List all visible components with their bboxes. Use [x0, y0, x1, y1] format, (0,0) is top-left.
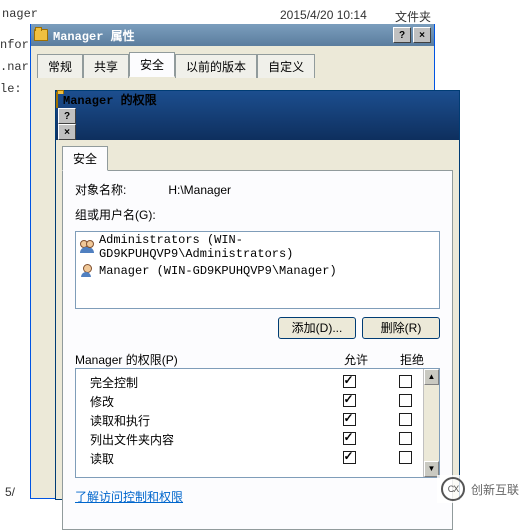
permissions-list: 完全控制修改读取和执行列出文件夹内容读取 ▲ ▼: [75, 368, 440, 478]
permission-label: 读取和执行: [82, 412, 321, 429]
user-name: Administrators (WIN-GD9KPUHQVP9\Administ…: [99, 233, 436, 261]
list-item[interactable]: Administrators (WIN-GD9KPUHQVP9\Administ…: [76, 232, 439, 262]
properties-tabs: 常规 共享 安全 以前的版本 自定义: [31, 46, 434, 76]
permissions-title: Manager 的权限: [63, 94, 157, 108]
deny-checkbox[interactable]: [399, 394, 412, 407]
scrollbar[interactable]: ▲ ▼: [423, 369, 439, 477]
tab-general[interactable]: 常规: [37, 54, 83, 78]
bg-text: le:: [0, 82, 22, 96]
permissions-header: Manager 的权限(P) 允许 拒绝: [75, 351, 440, 368]
list-item[interactable]: Manager (WIN-GD9KPUHQVP9\Manager): [76, 262, 439, 280]
permission-label: 修改: [82, 393, 321, 410]
allow-checkbox[interactable]: [343, 451, 356, 464]
properties-titlebar[interactable]: Manager 属性 ? ×: [31, 24, 434, 46]
user-name: Manager (WIN-GD9KPUHQVP9\Manager): [99, 264, 337, 278]
permission-label: 读取: [82, 450, 321, 467]
permission-row: 读取和执行: [82, 411, 433, 430]
tab-security[interactable]: 安全: [62, 146, 108, 171]
tab-security[interactable]: 安全: [129, 52, 175, 77]
help-button[interactable]: ?: [58, 108, 76, 124]
deny-checkbox[interactable]: [399, 451, 412, 464]
close-button[interactable]: ×: [58, 124, 76, 140]
watermark: CX 创新互联: [437, 475, 523, 503]
watermark-logo-icon: CX: [441, 477, 465, 501]
allow-column-header: 允许: [328, 351, 384, 368]
allow-checkbox[interactable]: [343, 413, 356, 426]
watermark-text: 创新互联: [471, 481, 519, 498]
allow-checkbox[interactable]: [343, 432, 356, 445]
deny-checkbox[interactable]: [399, 432, 412, 445]
users-group-icon: [79, 239, 95, 255]
user-buttons: 添加(D)... 删除(R): [75, 317, 440, 339]
bg-timestamp: 2015/4/20 10:14: [280, 8, 367, 22]
permission-row: 修改: [82, 392, 433, 411]
deny-column-header: 拒绝: [384, 351, 440, 368]
allow-checkbox[interactable]: [343, 394, 356, 407]
permission-row: 列出文件夹内容: [82, 430, 433, 449]
permission-row: 读取: [82, 449, 433, 468]
page-indicator: 5/: [5, 485, 15, 499]
bg-text: nager: [2, 7, 38, 21]
bg-text: .nar: [0, 60, 29, 74]
learn-more-link[interactable]: 了解访问控制和权限: [75, 488, 183, 505]
permission-label: 完全控制: [82, 374, 321, 391]
bg-text: nfor: [0, 38, 29, 52]
remove-button[interactable]: 删除(R): [362, 317, 440, 339]
permissions-tabs: 安全: [56, 140, 459, 170]
permissions-tab-body: 对象名称: H:\Manager 组或用户名(G): Administrator…: [62, 170, 453, 530]
folder-icon: [56, 92, 58, 108]
permissions-titlebar[interactable]: Manager 的权限 ? ×: [56, 91, 459, 140]
deny-checkbox[interactable]: [399, 413, 412, 426]
group-users-label: 组或用户名(G):: [75, 206, 440, 223]
object-name-row: 对象名称: H:\Manager: [75, 181, 440, 198]
permissions-title-label: Manager 的权限(P): [75, 351, 328, 368]
help-button[interactable]: ?: [393, 27, 411, 43]
permission-row: 完全控制: [82, 373, 433, 392]
properties-title: Manager 属性: [53, 27, 391, 44]
scroll-up-icon[interactable]: ▲: [424, 369, 439, 385]
add-button[interactable]: 添加(D)...: [278, 317, 356, 339]
permissions-dialog: Manager 的权限 ? × 安全 对象名称: H:\Manager 组或用户…: [55, 90, 460, 500]
user-icon: [79, 263, 95, 279]
close-button[interactable]: ×: [413, 27, 431, 43]
deny-checkbox[interactable]: [399, 375, 412, 388]
tab-sharing[interactable]: 共享: [83, 54, 129, 78]
permission-label: 列出文件夹内容: [82, 431, 321, 448]
allow-checkbox[interactable]: [343, 375, 356, 388]
folder-icon: [34, 29, 48, 41]
tab-customize[interactable]: 自定义: [257, 54, 315, 78]
object-name-label: 对象名称:: [75, 181, 165, 198]
tab-previous-versions[interactable]: 以前的版本: [175, 54, 257, 78]
bg-filetype: 文件夹: [395, 8, 431, 25]
object-name-value: H:\Manager: [168, 183, 231, 197]
users-listbox[interactable]: Administrators (WIN-GD9KPUHQVP9\Administ…: [75, 231, 440, 309]
